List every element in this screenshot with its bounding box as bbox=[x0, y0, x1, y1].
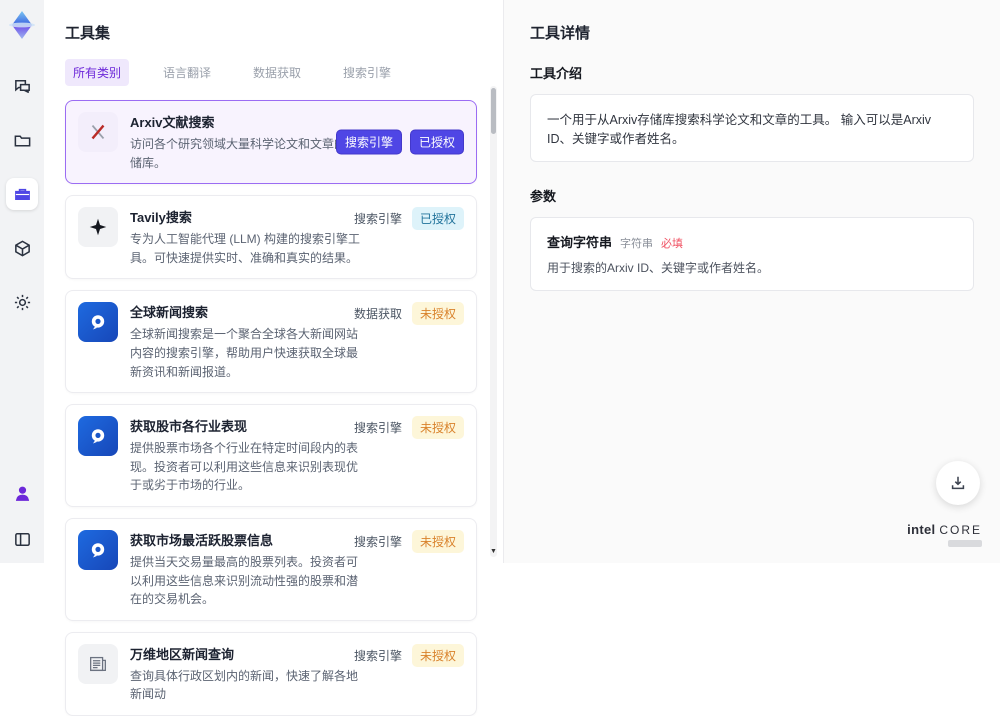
category-label: 数据获取 bbox=[354, 305, 402, 322]
tool-card-most-active-stocks[interactable]: 获取市场最活跃股票信息 提供当天交易量最高的股票列表。投资者可以利用这些信息来识… bbox=[65, 518, 477, 621]
category-label: 搜索引擎 bbox=[354, 210, 402, 227]
tool-card-list: Arxiv文献搜索 访问各个研究领域大量科学论文和文章的存储库。 搜索引擎 已授… bbox=[65, 100, 477, 716]
brand-subtext-bar bbox=[948, 540, 982, 547]
auth-status-badge: 未授权 bbox=[412, 416, 464, 439]
param-card: 查询字符串 字符串 必填 用于搜索的Arxiv ID、关键字或作者姓名。 bbox=[530, 217, 974, 291]
auth-status-badge: 未授权 bbox=[412, 644, 464, 667]
tool-meta: 搜索引擎 已授权 bbox=[354, 207, 464, 230]
tool-meta: 搜索引擎 未授权 bbox=[354, 530, 464, 553]
panel-toggle-icon[interactable] bbox=[6, 523, 38, 555]
chat-icon[interactable] bbox=[6, 70, 38, 102]
brand-core: CORE bbox=[939, 523, 982, 537]
app-logo bbox=[5, 8, 39, 42]
category-label: 搜索引擎 bbox=[354, 533, 402, 550]
folder-icon[interactable] bbox=[6, 124, 38, 156]
settings-icon[interactable] bbox=[6, 286, 38, 318]
tool-name: 全球新闻搜索 bbox=[130, 302, 360, 321]
param-name: 查询字符串 bbox=[547, 232, 612, 251]
param-desc: 用于搜索的Arxiv ID、关键字或作者姓名。 bbox=[547, 259, 957, 276]
toolbox-icon[interactable] bbox=[6, 178, 38, 210]
user-icon[interactable] bbox=[6, 477, 38, 509]
cube-icon[interactable] bbox=[6, 232, 38, 264]
scrollbar-down-arrow[interactable]: ▼ bbox=[490, 548, 497, 555]
tool-name: 万维地区新闻查询 bbox=[130, 644, 360, 663]
tool-desc: 提供股票市场各个行业在特定时间段内的表现。投资者可以利用这些信息来识别表现优于或… bbox=[130, 439, 360, 495]
rail-bottom-group bbox=[6, 477, 38, 555]
category-label: 搜索引擎 bbox=[354, 647, 402, 664]
category-badge: 搜索引擎 bbox=[336, 130, 402, 155]
left-rail bbox=[0, 0, 44, 563]
tool-meta: 搜索引擎 未授权 bbox=[354, 644, 464, 667]
tool-name: 获取股市各行业表现 bbox=[130, 416, 360, 435]
param-required-label: 必填 bbox=[661, 235, 683, 251]
tab-data-fetch[interactable]: 数据获取 bbox=[245, 59, 309, 86]
download-button[interactable] bbox=[936, 461, 980, 505]
tool-desc: 全球新闻搜索是一个聚合全球各大新闻网站内容的搜索引擎，帮助用户快速获取全球最新资… bbox=[130, 325, 360, 381]
download-icon bbox=[949, 474, 967, 492]
tool-name: Tavily搜索 bbox=[130, 207, 360, 226]
tavily-icon bbox=[78, 207, 118, 247]
tool-list-panel: 工具集 所有类别 语言翻译 数据获取 搜索引擎 Arxiv文献搜索 访问各个研究… bbox=[44, 0, 503, 563]
tool-card-sector-performance[interactable]: 获取股市各行业表现 提供股票市场各个行业在特定时间段内的表现。投资者可以利用这些… bbox=[65, 404, 477, 507]
tool-desc: 专为人工智能代理 (LLM) 构建的搜索引擎工具。可快速提供实时、准确和真实的结… bbox=[130, 230, 360, 267]
list-scrollbar[interactable]: ▼ bbox=[490, 86, 497, 557]
newspaper-icon bbox=[78, 644, 118, 684]
tool-card-tavily[interactable]: Tavily搜索 专为人工智能代理 (LLM) 构建的搜索引擎工具。可快速提供实… bbox=[65, 195, 477, 279]
intel-core-logo: intel CORE bbox=[907, 522, 982, 547]
tool-desc: 访问各个研究领域大量科学论文和文章的存储库。 bbox=[130, 135, 360, 172]
tab-search-engine[interactable]: 搜索引擎 bbox=[335, 59, 399, 86]
news-search-icon bbox=[78, 302, 118, 342]
tool-card-regional-news[interactable]: 万维地区新闻查询 查询具体行政区划内的新闻，快速了解各地新闻动 搜索引擎 未授权 bbox=[65, 632, 477, 716]
auth-status-badge: 已授权 bbox=[412, 207, 464, 230]
param-header: 查询字符串 字符串 必填 bbox=[547, 232, 957, 251]
stock-active-icon bbox=[78, 530, 118, 570]
page-title: 工具集 bbox=[65, 22, 477, 43]
tool-detail-panel: 工具详情 工具介绍 一个用于从Arxiv存储库搜索科学论文和文章的工具。 输入可… bbox=[503, 0, 1000, 563]
detail-title: 工具详情 bbox=[530, 22, 974, 43]
tool-name: 获取市场最活跃股票信息 bbox=[130, 530, 360, 549]
tool-desc: 提供当天交易量最高的股票列表。投资者可以利用这些信息来识别流动性强的股票和潜在的… bbox=[130, 553, 360, 609]
stock-sector-icon bbox=[78, 416, 118, 456]
tab-language-translation[interactable]: 语言翻译 bbox=[155, 59, 219, 86]
scrollbar-thumb[interactable] bbox=[491, 88, 496, 134]
category-label: 搜索引擎 bbox=[354, 419, 402, 436]
tool-meta: 数据获取 未授权 bbox=[354, 302, 464, 325]
param-type: 字符串 bbox=[620, 235, 653, 251]
brand-intel: intel bbox=[907, 522, 935, 537]
tool-meta: 搜索引擎 未授权 bbox=[354, 416, 464, 439]
intro-heading: 工具介绍 bbox=[530, 63, 974, 82]
rail-icon-group bbox=[6, 70, 38, 318]
tool-card-arxiv[interactable]: Arxiv文献搜索 访问各个研究领域大量科学论文和文章的存储库。 搜索引擎 已授… bbox=[65, 100, 477, 184]
tab-all-categories[interactable]: 所有类别 bbox=[65, 59, 129, 86]
arxiv-icon bbox=[78, 112, 118, 152]
intro-text-box: 一个用于从Arxiv存储库搜索科学论文和文章的工具。 输入可以是Arxiv ID… bbox=[530, 94, 974, 162]
tool-card-global-news[interactable]: 全球新闻搜索 全球新闻搜索是一个聚合全球各大新闻网站内容的搜索引擎，帮助用户快速… bbox=[65, 290, 477, 393]
tool-name: Arxiv文献搜索 bbox=[130, 112, 360, 131]
tool-desc: 查询具体行政区划内的新闻，快速了解各地新闻动 bbox=[130, 667, 360, 704]
tool-meta: 搜索引擎 已授权 bbox=[336, 130, 464, 155]
params-heading: 参数 bbox=[530, 186, 974, 205]
auth-status-badge: 已授权 bbox=[410, 130, 464, 155]
auth-status-badge: 未授权 bbox=[412, 302, 464, 325]
auth-status-badge: 未授权 bbox=[412, 530, 464, 553]
category-tabs: 所有类别 语言翻译 数据获取 搜索引擎 bbox=[65, 59, 477, 86]
